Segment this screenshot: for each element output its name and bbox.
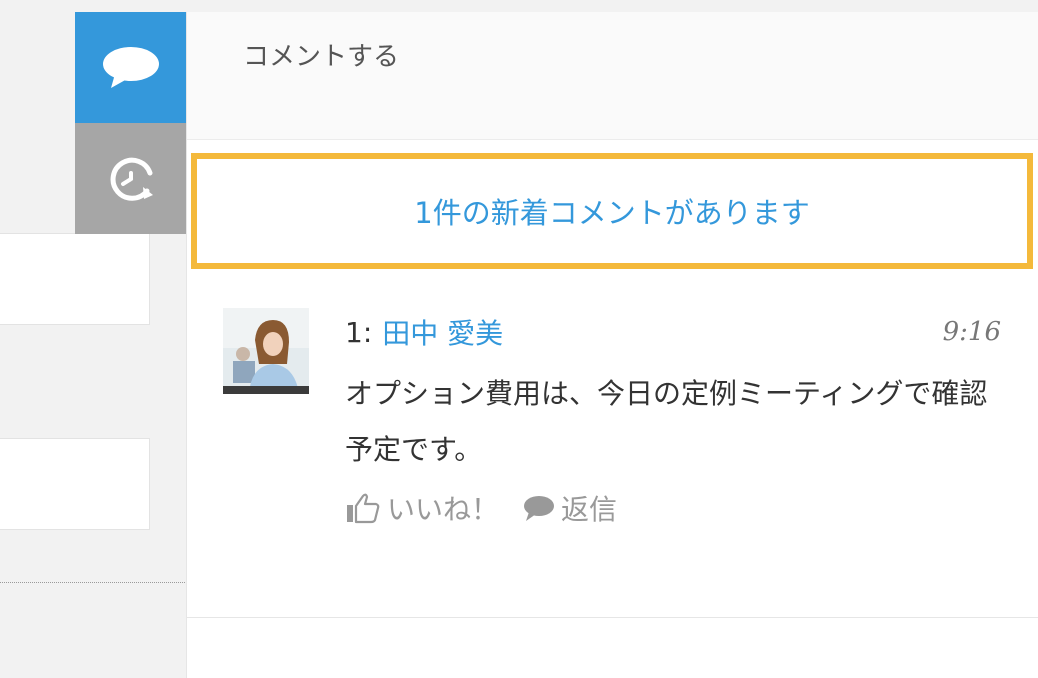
new-comment-banner[interactable]: 1件の新着コメントがあります — [191, 153, 1033, 269]
thumbs-up-icon — [347, 493, 380, 524]
comment-input-placeholder: コメントする — [243, 42, 400, 72]
comment-body: オプション費用は、今日の定例ミーティングで確認予定です。 — [345, 377, 988, 466]
record-field-box — [0, 233, 150, 325]
record-field-box — [0, 438, 150, 530]
avatar[interactable] — [223, 308, 309, 394]
dotted-divider — [0, 582, 185, 583]
like-label: いいね！ — [387, 493, 500, 526]
comment-header: 1: 田中 愛美 9:16 — [345, 310, 1001, 354]
comment-actions: いいね！ 返信 — [345, 486, 639, 530]
history-clock-icon — [110, 157, 153, 201]
history-tab[interactable] — [75, 123, 186, 234]
new-comment-banner-text: 1件の新着コメントがあります — [414, 196, 810, 230]
reply-label: 返信 — [561, 493, 618, 526]
reply-button[interactable]: 返信 — [521, 488, 617, 528]
comment-timestamp: 9:16 — [942, 317, 1001, 347]
comment-tab[interactable] — [75, 12, 186, 123]
reply-bubble-icon — [524, 496, 555, 521]
like-button[interactable]: いいね！ — [345, 488, 499, 528]
comment-item: 1: 田中 愛美 9:16 オプション費用は、今日の定例ミーティングで確認予定で… — [187, 282, 1038, 618]
comment-number: 1: — [345, 315, 373, 349]
comment-input[interactable]: コメントする — [187, 12, 1038, 140]
comment-panel: コメントする 1件の新着コメントがあります 1: 田中 愛美 9:16 オプショ… — [186, 12, 1038, 678]
comment-author-link[interactable]: 田中 愛美 — [382, 312, 503, 352]
speech-bubble-icon — [102, 46, 159, 88]
